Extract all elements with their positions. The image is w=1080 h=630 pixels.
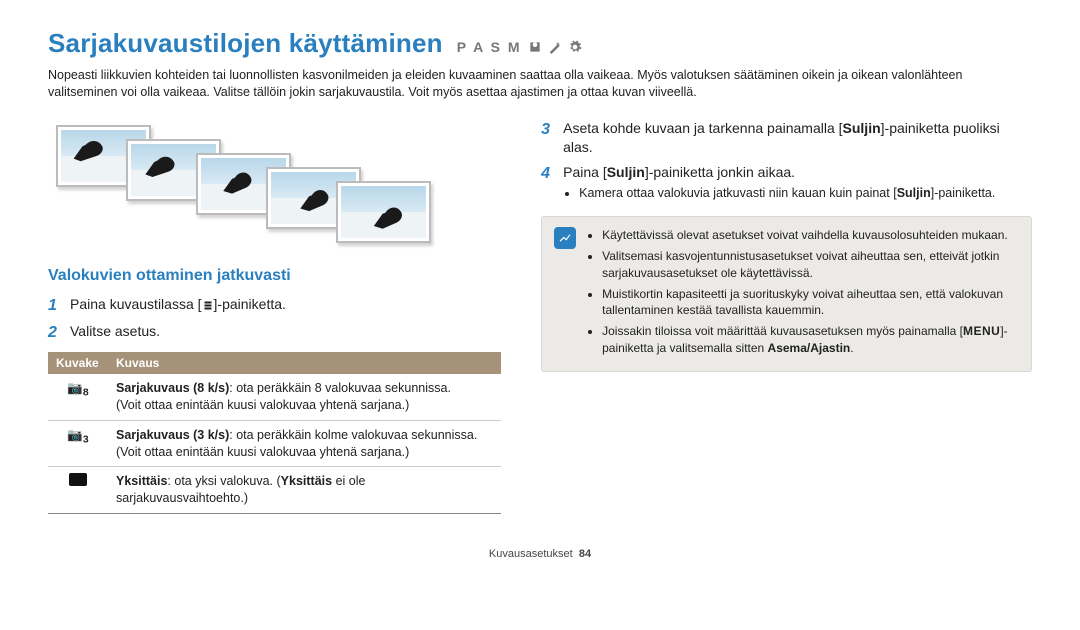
gear-icon bbox=[568, 40, 582, 54]
step-number: 4 bbox=[541, 163, 555, 203]
th-desc: Kuvaus bbox=[108, 352, 501, 374]
step-1: 1 Paina kuvaustilassa []-painiketta. bbox=[48, 295, 501, 317]
step-2: 2 Valitse asetus. bbox=[48, 322, 501, 344]
section-heading: Valokuvien ottaminen jatkuvasti bbox=[48, 267, 501, 285]
row-icon-single bbox=[48, 467, 108, 514]
step-3: 3 Aseta kohde kuvaan ja tarkenna painama… bbox=[541, 119, 1032, 157]
modes-text: P A S M bbox=[457, 39, 522, 55]
info-item: Valitsemasi kasvojentunnistusasetukset v… bbox=[602, 248, 1019, 282]
info-item: Käytettävissä olevat asetukset voivat va… bbox=[602, 227, 1019, 244]
info-icon bbox=[554, 227, 576, 249]
step-number: 1 bbox=[48, 295, 62, 317]
title-row: Sarjakuvaustilojen käyttäminen P A S M bbox=[48, 28, 1032, 59]
info-item: Muistikortin kapasiteetti ja suorituskyk… bbox=[602, 286, 1019, 320]
row-desc: Yksittäis: ota yksi valokuva. (Yksittäis… bbox=[108, 467, 501, 514]
drive-mode-icon bbox=[202, 297, 214, 309]
table-row: 📷8 Sarjakuvaus (8 k/s): ota peräkkäin 8 … bbox=[48, 374, 501, 420]
footer-label: Kuvausasetukset bbox=[489, 548, 573, 560]
table-row: 📷3 Sarjakuvaus (3 k/s): ota peräkkäin ko… bbox=[48, 420, 501, 467]
options-table: Kuvake Kuvaus 📷8 Sarjakuvaus (8 k/s): ot… bbox=[48, 352, 501, 514]
row-icon-8fps: 📷8 bbox=[48, 374, 108, 420]
magic-icon bbox=[548, 40, 562, 54]
info-box: Käytettävissä olevat asetukset voivat va… bbox=[541, 216, 1032, 372]
table-row: Yksittäis: ota yksi valokuva. (Yksittäis… bbox=[48, 467, 501, 514]
footer-page: 84 bbox=[579, 548, 591, 560]
step-text: Valitse asetus. bbox=[70, 322, 501, 344]
page-title: Sarjakuvaustilojen käyttäminen bbox=[48, 28, 443, 59]
burst-thumbnails bbox=[56, 125, 501, 245]
scene-icon bbox=[528, 40, 542, 54]
step-text: Paina kuvaustilassa []-painiketta. bbox=[70, 295, 501, 317]
step-text: Aseta kohde kuvaan ja tarkenna painamall… bbox=[563, 119, 1032, 157]
step-text: Paina [Suljin]-painiketta jonkin aikaa. … bbox=[563, 163, 1032, 203]
substep: Kamera ottaa valokuvia jatkuvasti niin k… bbox=[579, 185, 1032, 202]
mode-badges: P A S M bbox=[457, 39, 582, 55]
intro-text: Nopeasti liikkuvien kohteiden tai luonno… bbox=[48, 67, 1032, 101]
step-4: 4 Paina [Suljin]-painiketta jonkin aikaa… bbox=[541, 163, 1032, 203]
page-footer: Kuvausasetukset 84 bbox=[48, 548, 1032, 560]
row-icon-3fps: 📷3 bbox=[48, 420, 108, 467]
menu-key-label: MENU bbox=[963, 324, 1000, 338]
step-number: 2 bbox=[48, 322, 62, 344]
th-icon: Kuvake bbox=[48, 352, 108, 374]
thumb-5 bbox=[336, 181, 431, 243]
row-desc: Sarjakuvaus (3 k/s): ota peräkkäin kolme… bbox=[108, 420, 501, 467]
info-item: Joissakin tiloissa voit määrittää kuvaus… bbox=[602, 323, 1019, 357]
step-number: 3 bbox=[541, 119, 555, 157]
row-desc: Sarjakuvaus (8 k/s): ota peräkkäin 8 val… bbox=[108, 374, 501, 420]
info-list: Käytettävissä olevat asetukset voivat va… bbox=[586, 227, 1019, 361]
